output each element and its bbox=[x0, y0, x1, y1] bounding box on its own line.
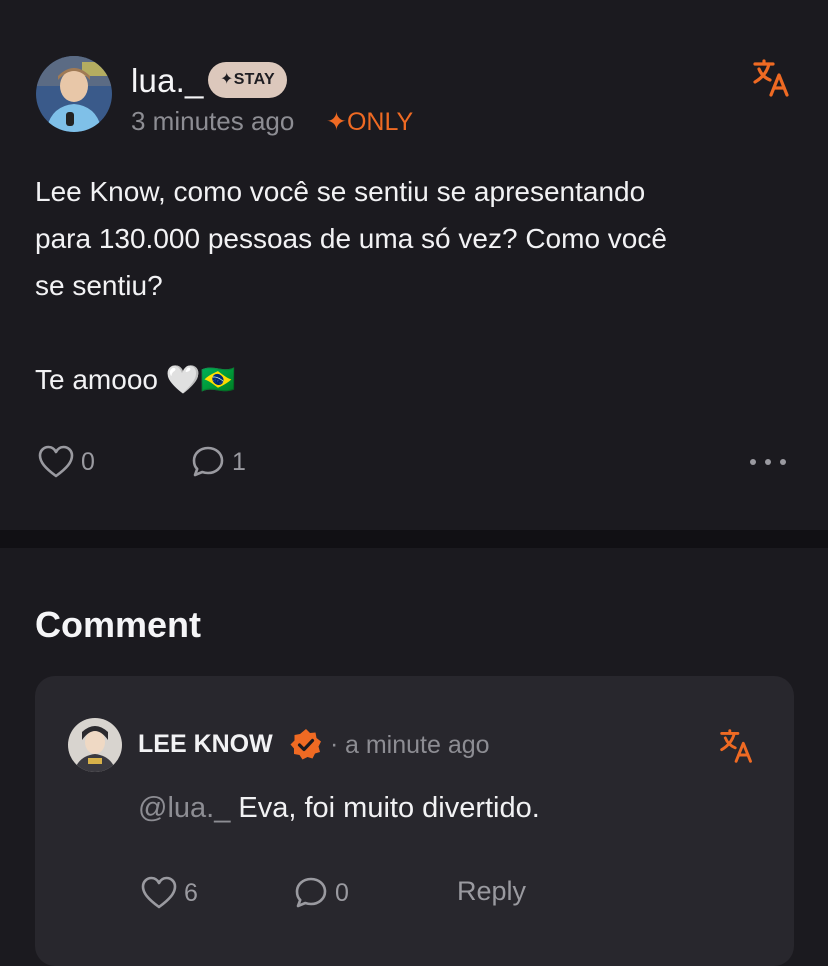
commenter-name[interactable]: LEE KNOW bbox=[138, 730, 273, 759]
verified-badge-icon bbox=[288, 727, 324, 763]
comment-bubble-icon bbox=[192, 446, 224, 477]
post-comment-button[interactable]: 1 bbox=[190, 444, 246, 480]
comment-reply-count: 0 bbox=[335, 878, 349, 907]
section-divider bbox=[0, 530, 828, 548]
translate-icon[interactable] bbox=[752, 58, 792, 98]
comment-like-button[interactable]: 6 bbox=[140, 875, 198, 911]
post-comment-count: 1 bbox=[232, 447, 246, 476]
comment-section-title: Comment bbox=[35, 604, 202, 645]
fan-badge: ✦STAY bbox=[208, 62, 287, 98]
comment-mention[interactable]: @lua._ bbox=[138, 792, 230, 824]
comment-translate-icon[interactable] bbox=[719, 728, 755, 764]
only-visibility-tag: ✦ONLY bbox=[326, 108, 414, 136]
post-like-button[interactable]: 0 bbox=[37, 444, 95, 480]
heart-icon bbox=[38, 445, 74, 478]
post-like-count: 0 bbox=[81, 447, 95, 476]
comment-body: Eva, foi muito divertido. bbox=[230, 792, 540, 824]
post-timestamp: 3 minutes ago bbox=[131, 106, 295, 136]
author-username[interactable]: lua._ bbox=[131, 62, 204, 100]
meta-separator: · bbox=[330, 730, 339, 758]
comment-bubble-icon bbox=[295, 877, 327, 908]
commenter-avatar[interactable] bbox=[68, 718, 122, 772]
comment-text: @lua._ Eva, foi muito divertido. bbox=[138, 792, 540, 825]
comment-reply-count-button[interactable]: 0 bbox=[293, 875, 349, 911]
post-body-text: Lee Know, como você se sentiu se apresen… bbox=[35, 176, 667, 395]
comment-timestamp: a minute ago bbox=[345, 731, 490, 759]
heart-icon bbox=[141, 876, 177, 909]
reply-button[interactable]: Reply bbox=[457, 876, 526, 907]
comment-like-count: 6 bbox=[184, 878, 198, 907]
author-avatar[interactable] bbox=[36, 56, 112, 132]
more-dots-icon[interactable] bbox=[746, 450, 790, 474]
